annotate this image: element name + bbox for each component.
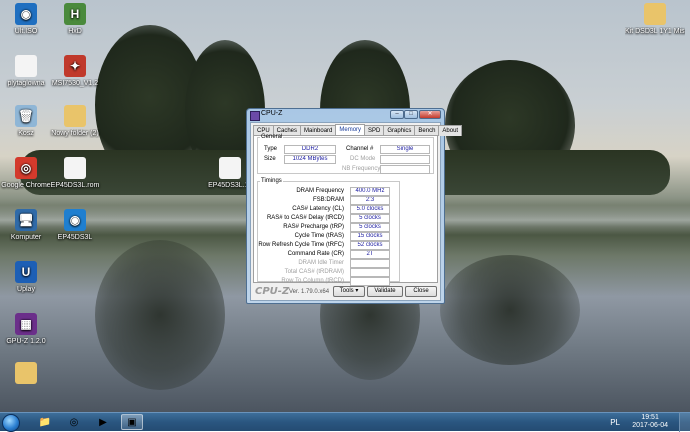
folder-icon xyxy=(15,362,37,384)
version-label: Ver. 1.79.0.x64 xyxy=(289,289,330,295)
desktop-icon[interactable]: Kit DSD3L 1Y1 Miscrosoft - s... xyxy=(625,3,685,36)
msi-icon: ✦ xyxy=(64,55,86,77)
start-button[interactable] xyxy=(2,414,20,432)
nb-frequency-label: NB Frequency xyxy=(342,166,381,172)
show-desktop-button[interactable] xyxy=(679,413,690,432)
file-icon xyxy=(219,157,241,179)
desktop-icon[interactable] xyxy=(0,362,56,386)
window-title: CPU-Z xyxy=(261,110,283,117)
desktop-icon-label: Uplay xyxy=(17,286,35,293)
window-footer: CPU-Z Ver. 1.79.0.x64 Tools ▾ Validate C… xyxy=(253,285,438,299)
memory-panel: General Type DDR2 Size 1024 MBytes Chann… xyxy=(253,134,438,286)
size-value: 1024 MBytes xyxy=(284,155,336,164)
channel-label: Channel # xyxy=(346,146,374,152)
file-icon xyxy=(64,157,86,179)
general-legend: General xyxy=(261,134,283,140)
timing-label: FSB:DRAM xyxy=(312,197,344,203)
timing-value: 2:3 xyxy=(350,196,390,205)
timing-value: 2T xyxy=(350,250,390,259)
hex-editor-icon: H xyxy=(64,3,86,25)
timing-value: 52 clocks xyxy=(350,241,390,250)
size-label: Size xyxy=(264,156,276,162)
folder-icon xyxy=(644,3,666,25)
disc-icon: ◉ xyxy=(15,3,37,25)
desktop-icon[interactable]: ▦ GPU-Z 1.2.0 xyxy=(0,313,56,346)
desktop-icon[interactable]: H HxD xyxy=(45,3,105,36)
timing-label: Row Refresh Cycle Time (tRFC) xyxy=(258,242,344,248)
tab-about[interactable]: About xyxy=(438,125,463,136)
nb-frequency-value xyxy=(380,165,430,174)
close-button[interactable]: Close xyxy=(405,286,437,297)
maximize-button[interactable]: □ xyxy=(404,110,418,119)
timing-value xyxy=(350,268,390,277)
type-value: DDR2 xyxy=(284,145,336,154)
taskbar: 📁 ◎ ▶ ▣ PL 19:51 2017-06-04 xyxy=(0,412,690,432)
timing-label: Cycle Time (tRAS) xyxy=(294,233,344,239)
timing-value xyxy=(350,259,390,268)
system-clock[interactable]: 19:51 2017-06-04 xyxy=(632,414,668,430)
document-icon xyxy=(15,55,37,77)
desktop-icon-label: Kit DSD3L 1Y1 Miscrosoft - s... xyxy=(625,28,685,35)
chrome-icon: ◎ xyxy=(15,157,37,179)
channel-value: Single xyxy=(380,145,430,154)
desktop-icon[interactable]: Nowy folder (2) xyxy=(45,105,105,138)
desktop-icon[interactable]: EP45DS3L.rom xyxy=(45,157,105,190)
minimize-button[interactable]: – xyxy=(390,110,404,119)
clock-time: 19:51 xyxy=(641,414,659,421)
uplay-icon: U xyxy=(15,261,37,283)
timings-legend: Timings xyxy=(261,178,282,184)
cpuz-app-icon xyxy=(250,111,260,121)
timing-value: 5 clocks xyxy=(350,223,390,232)
language-indicator[interactable]: PL xyxy=(610,418,620,427)
timing-label: RAS# Precharge (tRP) xyxy=(283,224,344,230)
timing-label: Row To Column (tRCD) xyxy=(281,278,344,284)
timing-label: Command Rate (CR) xyxy=(287,251,344,257)
window-client: CPU Caches Mainboard Memory SPD Graphics Bench… xyxy=(250,122,463,301)
timing-label: RAS# to CAS# Delay (tRCD) xyxy=(266,215,344,221)
chrome-icon[interactable]: ◎ xyxy=(63,414,85,430)
desktop-icon-label: HxD xyxy=(68,28,82,35)
desktop-icon[interactable]: ◉ EP45DS3L xyxy=(45,209,105,242)
timing-label: Total CAS# (tRDRAM) xyxy=(284,269,344,275)
timing-label: DRAM Frequency xyxy=(296,188,344,194)
desktop-icon-label: Nowy folder (2) xyxy=(51,130,99,137)
explorer-icon[interactable]: 📁 xyxy=(34,414,56,430)
computer-icon: 🖥 xyxy=(15,209,37,231)
clock-date: 2017-06-04 xyxy=(632,422,668,429)
gpuz-icon: ▦ xyxy=(15,313,37,335)
desktop-icon[interactable]: U Uplay xyxy=(0,261,56,294)
recycle-bin-icon: 🗑 xyxy=(15,105,37,127)
folder-icon xyxy=(64,105,86,127)
desktop-icon-label: GPU-Z 1.2.0 xyxy=(6,338,46,345)
desktop-icon-label: EP45DS3L xyxy=(57,234,93,241)
timing-value: 5 clocks xyxy=(350,214,390,223)
dropdown-arrow-icon: ▾ xyxy=(355,288,359,294)
timing-label: DRAM Idle Timer xyxy=(298,260,344,266)
timing-value: 15 clocks xyxy=(350,232,390,241)
desktop-icon-label: EP45DS3L.rom xyxy=(50,182,100,189)
desktop-background: ◉ Ult.ISO H HxD plytaglowna ✦ MSI7530_V1.2 🗑 Kos… xyxy=(0,0,690,412)
tools-button[interactable]: Tools ▾ xyxy=(333,286,365,297)
dc-mode-value xyxy=(380,155,430,164)
validate-button[interactable]: Validate xyxy=(367,286,403,297)
type-label: Type xyxy=(264,146,278,152)
desktop-icon[interactable]: ✦ MSI7530_V1.2 xyxy=(45,55,105,88)
tools-button-label: Tools xyxy=(339,288,354,294)
cpuz-window: CPU-Z – □ ✕ CPU Caches Mainboard Memory SPD G… xyxy=(246,108,463,304)
cpuz-brand: CPU-Z xyxy=(255,286,290,297)
timing-value: 400.0 MHz xyxy=(350,187,390,196)
dc-mode-label: DC Mode xyxy=(350,156,376,162)
timing-value: 5.0 clocks xyxy=(350,205,390,214)
close-window-button[interactable]: ✕ xyxy=(419,110,441,119)
timing-label: CAS# Latency (CL) xyxy=(292,206,344,212)
title-bar[interactable]: CPU-Z – □ ✕ xyxy=(247,109,444,121)
media-player-icon[interactable]: ▶ xyxy=(92,414,114,430)
cpuz-taskbar-icon[interactable]: ▣ xyxy=(121,414,143,430)
desktop-icon-label: MSI7530_V1.2 xyxy=(51,80,99,87)
disc-icon: ◉ xyxy=(64,209,86,231)
